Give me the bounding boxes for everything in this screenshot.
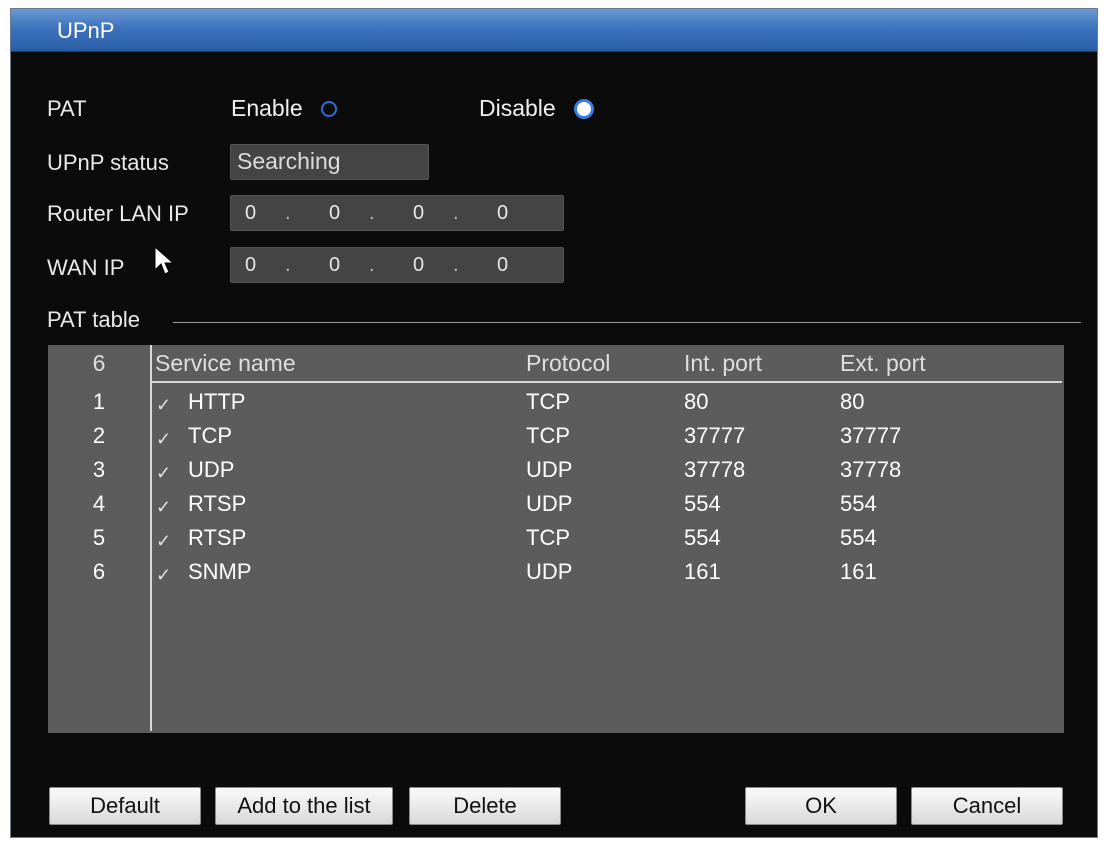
upnp-status-field: Searching: [230, 144, 429, 180]
row-checkbox[interactable]: ✓: [156, 566, 176, 584]
disable-label: Disable: [479, 95, 556, 121]
enable-radio[interactable]: [320, 100, 337, 117]
delete-button[interactable]: Delete: [409, 787, 561, 825]
wan-ip-input[interactable]: 0 . 0 . 0 . 0: [230, 247, 564, 283]
cell-protocol: UDP: [526, 559, 573, 584]
wan-ip-octet-3[interactable]: 0: [413, 254, 453, 277]
cell-service: TCP: [188, 423, 232, 448]
cell-protocol: UDP: [526, 491, 573, 516]
mouse-cursor-icon: [154, 246, 174, 275]
row-index: 6: [92, 559, 106, 584]
pat-disable-option[interactable]: Disable: [479, 95, 594, 122]
cell-protocol: TCP: [526, 423, 570, 448]
cell-protocol: UDP: [526, 457, 573, 482]
cell-service: RTSP: [188, 525, 247, 550]
upnp-dialog: UPnP PAT Enable Disable UPnP status Sear…: [10, 8, 1098, 838]
router-lan-ip-input[interactable]: 0 . 0 . 0 . 0: [230, 195, 564, 231]
enable-label: Enable: [231, 95, 303, 121]
wan-ip-octet-4[interactable]: 0: [497, 254, 537, 277]
cell-ext-port: 161: [840, 559, 877, 584]
cell-ext-port: 554: [840, 491, 877, 516]
table-row[interactable]: 4 ✓ RTSP UDP 554 554: [48, 491, 1064, 525]
header-count: 6: [92, 350, 106, 376]
wan-ip-octet-2[interactable]: 0: [329, 254, 369, 277]
cell-protocol: TCP: [526, 525, 570, 550]
header-int-port[interactable]: Int. port: [684, 350, 762, 377]
row-checkbox[interactable]: ✓: [156, 532, 176, 550]
row-checkbox[interactable]: ✓: [156, 430, 176, 448]
table-row[interactable]: 2 ✓ TCP TCP 37777 37777: [48, 423, 1064, 457]
header-ext-port[interactable]: Ext. port: [840, 350, 926, 377]
cell-service: UDP: [188, 457, 235, 482]
wan-ip-label: WAN IP: [47, 255, 125, 280]
table-row[interactable]: 6 ✓ SNMP UDP 161 161: [48, 559, 1064, 593]
pat-enable-option[interactable]: Enable: [231, 95, 337, 122]
cell-int-port: 554: [684, 491, 721, 516]
wan-ip-octet-1[interactable]: 0: [245, 254, 285, 277]
router-ip-octet-2[interactable]: 0: [329, 202, 369, 225]
row-index: 2: [92, 423, 106, 448]
cell-protocol: TCP: [526, 389, 570, 414]
pat-table-label: PAT table: [47, 307, 140, 332]
cell-ext-port: 554: [840, 525, 877, 550]
ok-button[interactable]: OK: [745, 787, 897, 825]
pat-table[interactable]: 6 Service name Protocol Int. port Ext. p…: [48, 345, 1064, 733]
add-to-list-button[interactable]: Add to the list: [215, 787, 393, 825]
cell-ext-port: 37778: [840, 457, 902, 482]
row-index: 3: [92, 457, 106, 482]
section-divider: [173, 322, 1081, 323]
cell-service: RTSP: [188, 491, 247, 516]
router-ip-octet-4[interactable]: 0: [497, 202, 537, 225]
cancel-button[interactable]: Cancel: [911, 787, 1063, 825]
upnp-status-label: UPnP status: [47, 150, 169, 175]
window-title: UPnP: [57, 18, 115, 43]
title-bar: UPnP: [11, 9, 1097, 52]
pat-label: PAT: [47, 96, 87, 121]
cell-int-port: 554: [684, 525, 721, 550]
table-row[interactable]: 1 ✓ HTTP TCP 80 80: [48, 389, 1064, 423]
table-row[interactable]: 3 ✓ UDP UDP 37778 37778: [48, 457, 1064, 491]
cell-ext-port: 37777: [840, 423, 902, 448]
upnp-status-value: Searching: [237, 148, 341, 174]
row-index: 1: [92, 389, 106, 414]
row-checkbox[interactable]: ✓: [156, 498, 176, 516]
row-checkbox[interactable]: ✓: [156, 396, 176, 414]
disable-radio[interactable]: [573, 98, 594, 119]
router-lan-ip-label: Router LAN IP: [47, 201, 189, 226]
cell-int-port: 161: [684, 559, 721, 584]
table-row[interactable]: 5 ✓ RTSP TCP 554 554: [48, 525, 1064, 559]
cell-ext-port: 80: [840, 389, 865, 414]
router-ip-octet-1[interactable]: 0: [245, 202, 285, 225]
header-service-name[interactable]: Service name: [155, 350, 296, 377]
row-index: 4: [92, 491, 106, 516]
cell-service: HTTP: [188, 389, 246, 414]
row-checkbox[interactable]: ✓: [156, 464, 176, 482]
cell-service: SNMP: [188, 559, 252, 584]
cell-int-port: 37778: [684, 457, 746, 482]
cell-int-port: 37777: [684, 423, 746, 448]
header-protocol[interactable]: Protocol: [526, 350, 610, 377]
row-index: 5: [92, 525, 106, 550]
cell-int-port: 80: [684, 389, 709, 414]
router-ip-octet-3[interactable]: 0: [413, 202, 453, 225]
default-button[interactable]: Default: [49, 787, 201, 825]
